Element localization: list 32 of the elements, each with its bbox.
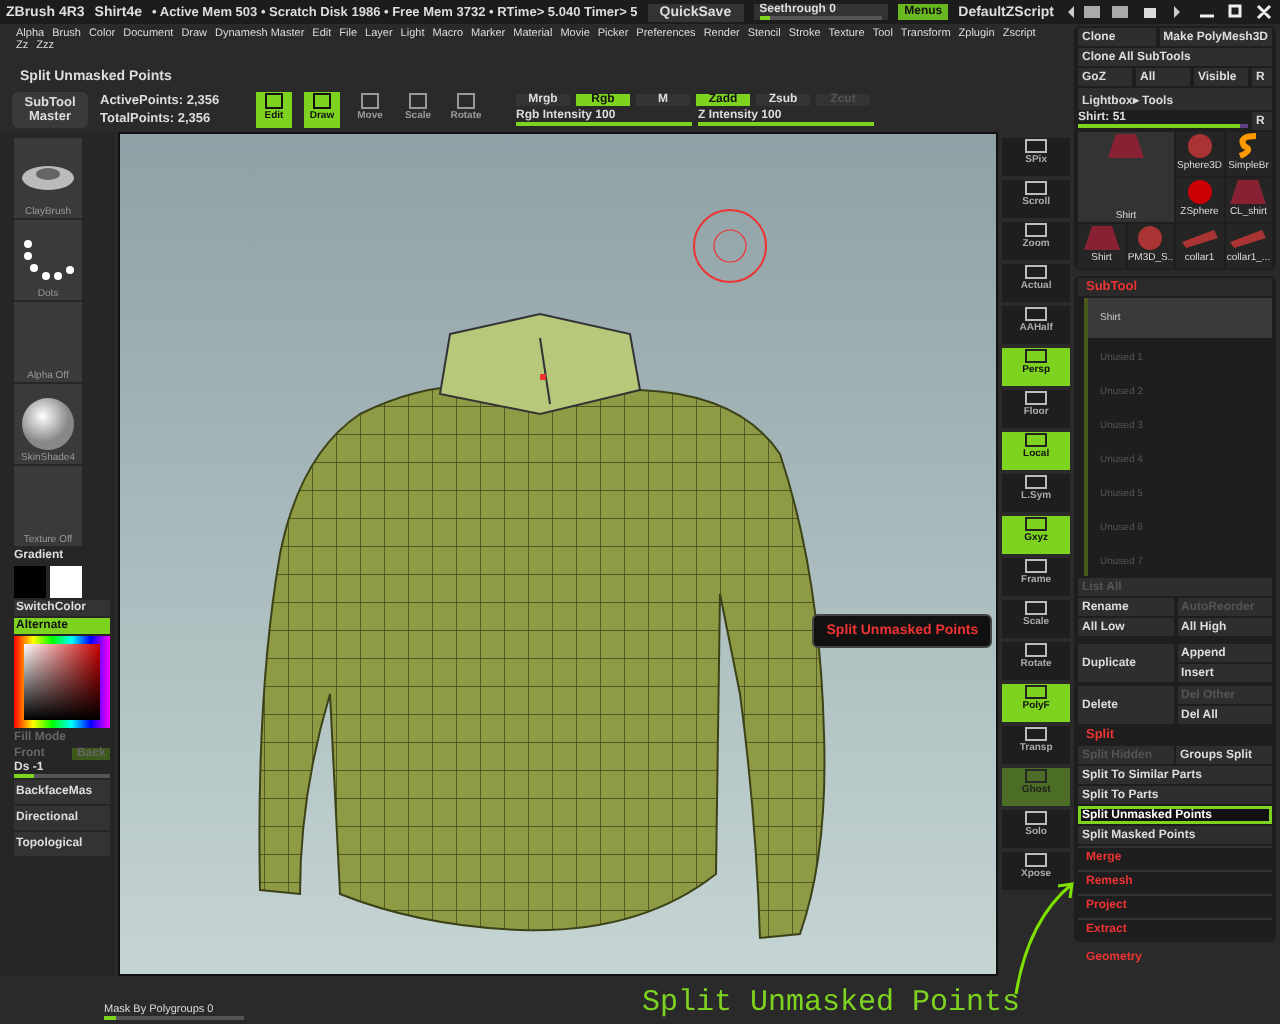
- square-icon: [1024, 516, 1049, 532]
- window-buttons-icon[interactable]: [1194, 2, 1274, 22]
- square-icon: [1024, 726, 1049, 742]
- color-picker[interactable]: [14, 636, 110, 728]
- brush-cursor-icon: [689, 206, 770, 286]
- square-icon: [1024, 852, 1049, 868]
- square-icon: [1024, 180, 1049, 196]
- square-icon: [1024, 222, 1049, 238]
- square-icon: [264, 92, 284, 110]
- square-icon: [1024, 138, 1049, 154]
- square-icon: [1024, 390, 1049, 406]
- square-icon: [1024, 810, 1049, 826]
- square-icon: [1024, 600, 1049, 616]
- square-icon: [312, 92, 332, 110]
- square-icon: [1024, 684, 1049, 700]
- square-icon: [1024, 264, 1049, 280]
- square-icon: [1024, 348, 1049, 364]
- window-controls-icon[interactable]: [1064, 2, 1184, 22]
- square-icon: [1024, 306, 1049, 322]
- dots-icon: [18, 238, 78, 282]
- square-icon: [1024, 558, 1049, 574]
- square-icon: [1024, 432, 1049, 448]
- secondary-color-swatch[interactable]: [50, 566, 82, 598]
- annotation-caption: Split Unmasked Points: [641, 986, 1020, 1020]
- square-icon: [408, 92, 428, 110]
- square-icon: [1024, 642, 1049, 658]
- sphere-icon: [20, 396, 76, 452]
- main-color-swatch[interactable]: [14, 566, 46, 598]
- square-icon: [456, 92, 476, 110]
- square-icon: [1024, 768, 1049, 784]
- square-icon: [360, 92, 380, 110]
- square-icon: [1024, 474, 1049, 490]
